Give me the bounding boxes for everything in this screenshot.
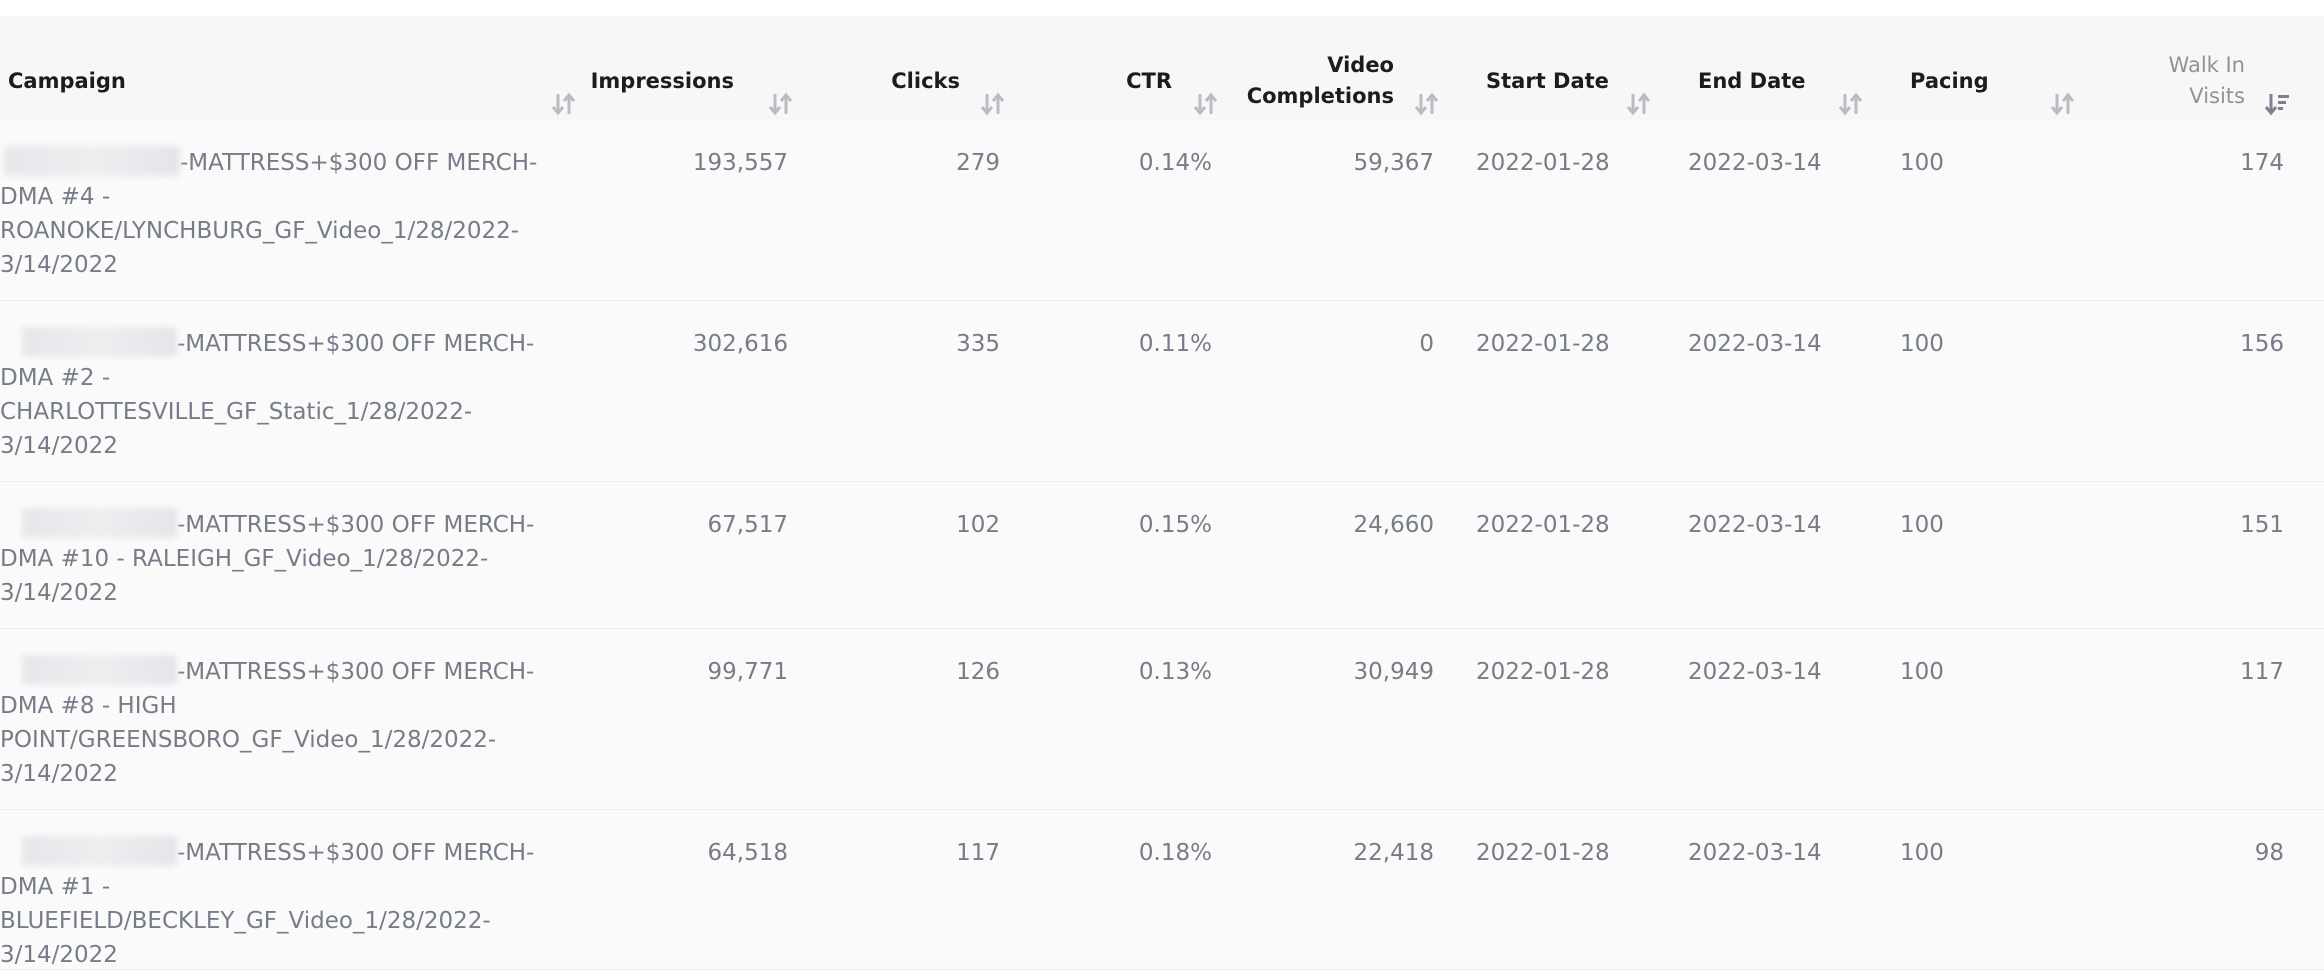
column-label-walk-in-visits: Walk In Visits (2169, 50, 2245, 112)
cell-end-date: 2022-03-14 (1688, 840, 1822, 866)
cell-video-completions: 30,949 (1353, 659, 1434, 685)
cell-ctr: 0.14% (1138, 150, 1212, 176)
cell-impressions: 302,616 (692, 331, 788, 357)
cell-end-date: 2022-03-14 (1688, 150, 1822, 176)
cell-video-completions: 0 (1419, 331, 1434, 357)
cell-pacing: 100 (1900, 331, 1944, 357)
cell-pacing: 100 (1900, 150, 1944, 176)
table-header: Campaign Impressions Clicks CTR Video Complet… (0, 16, 2324, 120)
cell-clicks: 117 (956, 840, 1000, 866)
cell-end-date: 2022-03-14 (1688, 659, 1822, 685)
cell-campaign: -MATTRESS+$300 OFF MERCH-DMA #10 - RALEI… (0, 508, 545, 610)
cell-clicks: 102 (956, 512, 1000, 538)
column-label-line2: Visits (2189, 84, 2245, 108)
cell-pacing: 100 (1900, 840, 1944, 866)
cell-clicks: 335 (956, 331, 1000, 357)
cell-start-date: 2022-01-28 (1476, 659, 1610, 685)
cell-campaign: -MATTRESS+$300 OFF MERCH-DMA #2 - CHARLO… (0, 327, 545, 463)
cell-ctr: 0.11% (1138, 331, 1212, 357)
cell-impressions: 193,557 (692, 150, 788, 176)
cell-clicks: 279 (956, 150, 1000, 176)
redacted-text-blur (4, 146, 180, 176)
table-row[interactable]: -MATTRESS+$300 OFF MERCH-DMA #4 - ROANOK… (0, 120, 2324, 301)
table-row[interactable]: -MATTRESS+$300 OFF MERCH-DMA #1 - BLUEFI… (0, 810, 2324, 970)
redacted-text-blur (22, 836, 177, 866)
cell-impressions: 64,518 (707, 840, 788, 866)
redacted-text-blur (22, 655, 177, 685)
campaign-performance-table: Campaign Impressions Clicks CTR Video Complet… (0, 16, 2324, 970)
cell-start-date: 2022-01-28 (1476, 840, 1610, 866)
cell-pacing: 100 (1900, 512, 1944, 538)
cell-campaign: -MATTRESS+$300 OFF MERCH-DMA #1 - BLUEFI… (0, 836, 545, 972)
cell-video-completions: 22,418 (1353, 840, 1434, 866)
cell-walk-in-visits: 98 (2254, 840, 2284, 866)
cell-impressions: 99,771 (707, 659, 788, 685)
table-row[interactable]: -MATTRESS+$300 OFF MERCH-DMA #10 - RALEI… (0, 482, 2324, 629)
cell-impressions: 67,517 (707, 512, 788, 538)
cell-campaign: -MATTRESS+$300 OFF MERCH-DMA #4 - ROANOK… (0, 146, 545, 282)
cell-end-date: 2022-03-14 (1688, 512, 1822, 538)
cell-video-completions: 59,367 (1353, 150, 1434, 176)
table-row[interactable]: -MATTRESS+$300 OFF MERCH-DMA #2 - CHARLO… (0, 301, 2324, 482)
table-body: -MATTRESS+$300 OFF MERCH-DMA #4 - ROANOK… (0, 120, 2324, 970)
cell-walk-in-visits: 151 (2240, 512, 2284, 538)
header-walk-in-visits[interactable]: Walk In Visits (0, 16, 2324, 120)
cell-clicks: 126 (956, 659, 1000, 685)
cell-ctr: 0.18% (1138, 840, 1212, 866)
redacted-text-blur (22, 508, 177, 538)
cell-walk-in-visits: 174 (2240, 150, 2284, 176)
cell-walk-in-visits: 117 (2240, 659, 2284, 685)
cell-end-date: 2022-03-14 (1688, 331, 1822, 357)
cell-start-date: 2022-01-28 (1476, 150, 1610, 176)
cell-walk-in-visits: 156 (2240, 331, 2284, 357)
cell-pacing: 100 (1900, 659, 1944, 685)
sort-descending-icon[interactable] (2264, 90, 2290, 118)
cell-ctr: 0.15% (1138, 512, 1212, 538)
cell-campaign: -MATTRESS+$300 OFF MERCH-DMA #8 - HIGH P… (0, 655, 545, 791)
cell-video-completions: 24,660 (1353, 512, 1434, 538)
table-row[interactable]: -MATTRESS+$300 OFF MERCH-DMA #8 - HIGH P… (0, 629, 2324, 810)
cell-start-date: 2022-01-28 (1476, 512, 1610, 538)
cell-start-date: 2022-01-28 (1476, 331, 1610, 357)
column-label-line1: Walk In (2168, 53, 2245, 77)
cell-ctr: 0.13% (1138, 659, 1212, 685)
redacted-text-blur (22, 327, 177, 357)
